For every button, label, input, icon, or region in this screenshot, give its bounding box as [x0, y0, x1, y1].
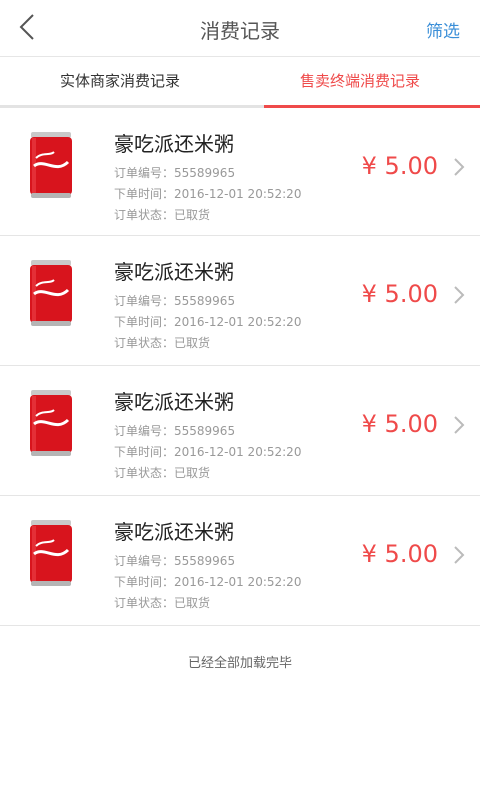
order-price: ¥ 5.00: [361, 410, 438, 438]
order-list: 豪吃派还米粥 订单编号：55589965 下单时间：2016-12-01 20:…: [0, 108, 480, 626]
coca-cola-can-icon: [30, 390, 72, 456]
product-name: 豪吃派还米粥: [114, 260, 234, 284]
order-item[interactable]: 豪吃派还米粥 订单编号：55589965 下单时间：2016-12-01 20:…: [0, 236, 480, 366]
load-complete-text: 已经全部加载完毕: [187, 656, 292, 671]
page-title: 消费记录: [200, 19, 280, 43]
order-item[interactable]: 豪吃派还米粥 订单编号：55589965 下单时间：2016-12-01 20:…: [0, 496, 480, 626]
filter-button[interactable]: 筛选: [426, 17, 460, 42]
order-number: 订单编号：55589965: [114, 166, 236, 180]
order-status: 订单状态：已取货: [114, 596, 211, 610]
order-number: 订单编号：55589965: [114, 554, 236, 568]
coca-cola-can-icon: [30, 260, 72, 326]
order-status: 订单状态：已取货: [114, 208, 211, 222]
order-price: ¥ 5.00: [361, 280, 438, 308]
order-time: 下单时间：2016-12-01 20:52:20: [114, 315, 302, 329]
tab-vending-terminal[interactable]: 售卖终端消费记录: [240, 57, 480, 108]
order-price: ¥ 5.00: [361, 152, 438, 180]
order-price: ¥ 5.00: [361, 540, 438, 568]
order-time: 下单时间：2016-12-01 20:52:20: [114, 575, 302, 589]
order-number: 订单编号：55589965: [114, 424, 236, 438]
order-status: 订单状态：已取货: [114, 466, 211, 480]
tab-bar: 实体商家消费记录 售卖终端消费记录: [0, 57, 480, 108]
order-item[interactable]: 豪吃派还米粥 订单编号：55589965 下单时间：2016-12-01 20:…: [0, 366, 480, 496]
order-number: 订单编号：55589965: [114, 294, 236, 308]
order-time: 下单时间：2016-12-01 20:52:20: [114, 445, 302, 459]
order-item[interactable]: 豪吃派还米粥 订单编号：55589965 下单时间：2016-12-01 20:…: [0, 108, 480, 236]
product-name: 豪吃派还米粥: [114, 132, 234, 156]
order-status: 订单状态：已取货: [114, 336, 211, 350]
chevron-right-icon: [454, 546, 465, 564]
product-name: 豪吃派还米粥: [114, 520, 234, 544]
chevron-right-icon: [454, 158, 465, 176]
tab-physical-merchant[interactable]: 实体商家消费记录: [0, 57, 240, 105]
chevron-right-icon: [454, 416, 465, 434]
chevron-right-icon: [454, 286, 465, 304]
coca-cola-can-icon: [30, 132, 72, 198]
product-name: 豪吃派还米粥: [114, 390, 234, 414]
app-header: 消费记录 筛选: [0, 0, 480, 57]
coca-cola-can-icon: [30, 520, 72, 586]
order-time: 下单时间：2016-12-01 20:52:20: [114, 187, 302, 201]
